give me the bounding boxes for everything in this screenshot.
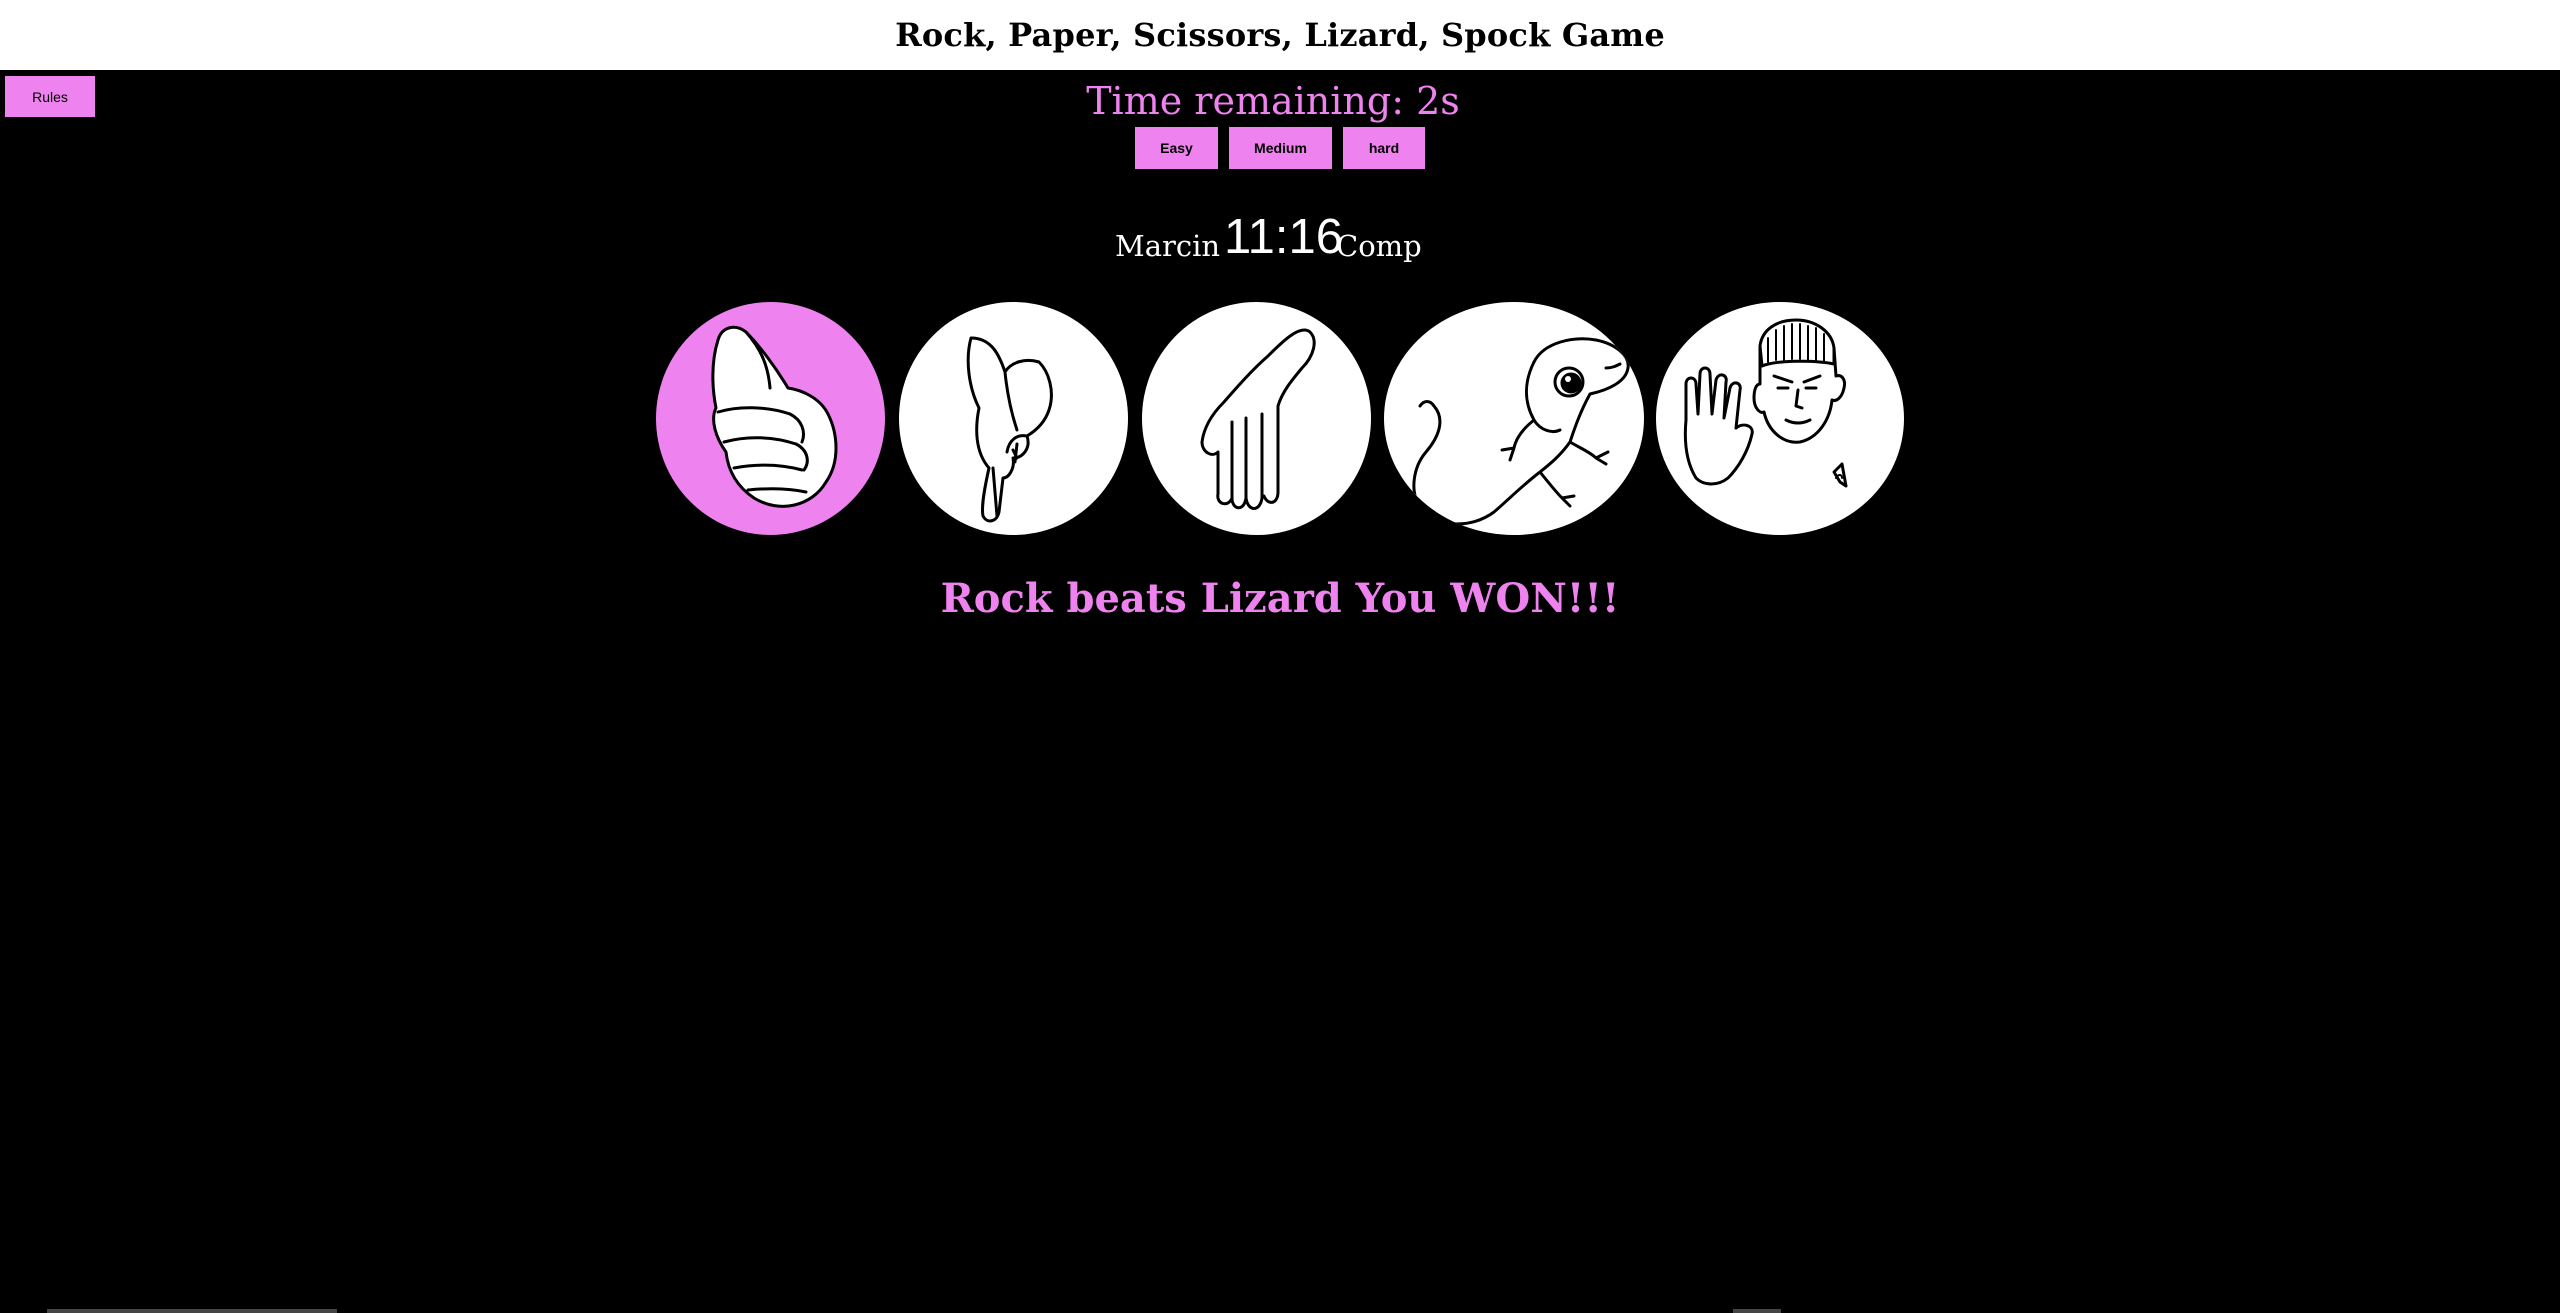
score-display: 11:16 <box>1224 210 1343 264</box>
scrollbar-thumb[interactable] <box>1733 1309 1781 1313</box>
choice-lizard[interactable] <box>1384 302 1644 535</box>
scissors-hand-icon <box>966 336 1053 523</box>
choice-scissors[interactable] <box>899 302 1128 535</box>
rock-fist-icon <box>711 325 838 508</box>
player-name: Marcin <box>1115 229 1221 263</box>
difficulty-selector: Easy Medium hard <box>0 127 2560 169</box>
choice-rock[interactable] <box>656 302 885 535</box>
paper-hand-icon <box>1200 328 1316 510</box>
hard-button[interactable]: hard <box>1343 127 1425 169</box>
medium-button[interactable]: Medium <box>1229 127 1332 169</box>
top-bar: Rock, Paper, Scissors, Lizard, Spock Gam… <box>0 0 2560 70</box>
choice-spock[interactable] <box>1656 302 1904 535</box>
spock-icon <box>1683 318 1848 488</box>
horizontal-scrollbar[interactable] <box>47 1309 337 1313</box>
choice-paper[interactable] <box>1142 302 1371 535</box>
game-page: Rock, Paper, Scissors, Lizard, Spock Gam… <box>0 0 2560 1313</box>
lizard-icon <box>1412 337 1630 526</box>
scoreboard: Marcin 11:16 Comp <box>0 205 2560 275</box>
time-remaining: Time remaining: 2s <box>1086 79 1460 123</box>
easy-button[interactable]: Easy <box>1135 127 1218 169</box>
result-message: Rock beats Lizard You WON!!! <box>940 575 1620 622</box>
page-title: Rock, Paper, Scissors, Lizard, Spock Gam… <box>895 16 1665 54</box>
opponent-name: Comp <box>1336 229 1422 263</box>
